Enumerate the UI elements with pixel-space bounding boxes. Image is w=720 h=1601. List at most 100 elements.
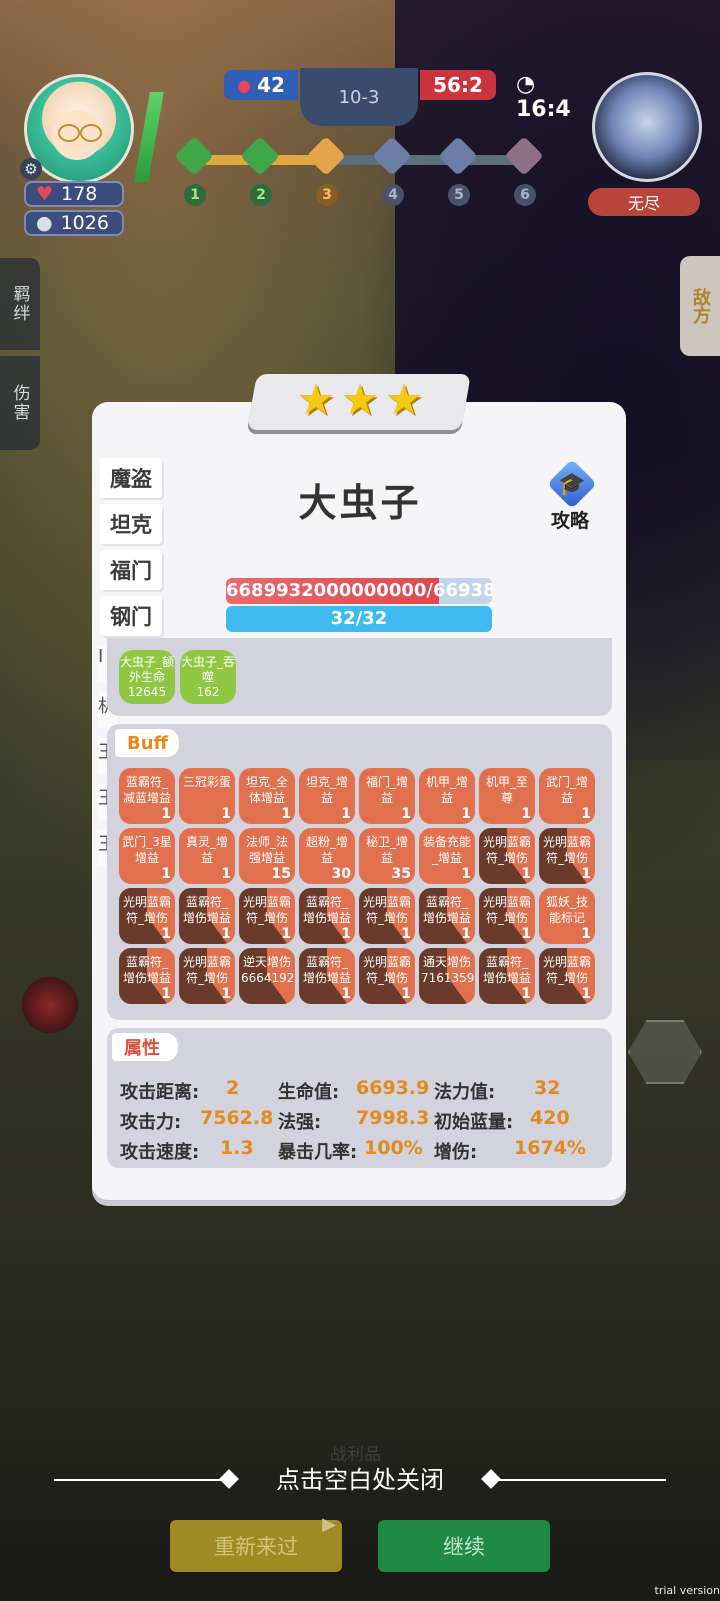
buff-badge[interactable]: 蓝霸符_增伤增益 1 xyxy=(299,948,355,1004)
buff-count: 1 xyxy=(461,806,471,822)
buff-label: 光明蓝霸符_增伤 xyxy=(362,895,411,925)
coins-counter: ● 1026 xyxy=(24,210,124,236)
category-tab[interactable]: 魔盗 xyxy=(100,458,162,498)
buff-badge[interactable]: 光明蓝霸符_增伤 1 xyxy=(539,948,595,1004)
buff-label: 法师_法强增益 xyxy=(245,835,288,865)
buff-badge[interactable]: 蓝霸符_减蓝增益 1 xyxy=(119,768,175,824)
buff-count: 1 xyxy=(581,926,591,942)
buff-badge[interactable]: 福门_增益 1 xyxy=(359,768,415,824)
buff-badge[interactable]: 光明蓝霸符_增伤 1 xyxy=(179,948,235,1004)
buff-badge[interactable]: 坦克_增益 1 xyxy=(299,768,355,824)
retry-button[interactable]: 重新来过 ▶ xyxy=(170,1514,342,1572)
continue-button[interactable]: 继续 xyxy=(378,1520,550,1572)
buff-badge[interactable]: 蓝霸符_增伤增益 1 xyxy=(179,888,235,944)
buff-count: 1 xyxy=(341,986,351,1002)
guide-label: 攻略 xyxy=(550,510,589,532)
attr-label: 法力值: xyxy=(434,1082,496,1103)
buff-badge[interactable]: 坦克_全体增益 1 xyxy=(239,768,295,824)
buff-badge[interactable]: 法师_法强增益 15 xyxy=(239,828,295,884)
buff-title: Buff xyxy=(115,729,179,757)
damage-tab[interactable]: 伤害 xyxy=(0,356,40,450)
buff-count: 1 xyxy=(581,806,591,822)
loot-tab[interactable]: 战利品 xyxy=(330,1440,400,1465)
buff-label: 蓝霸符_增伤增益 xyxy=(182,895,231,925)
retry-label: 重新来过 xyxy=(214,1535,298,1559)
buff-badge[interactable]: 光明蓝霸符_增伤 1 xyxy=(119,888,175,944)
continue-label: 继续 xyxy=(443,1535,485,1559)
buff-count: 1 xyxy=(281,806,291,822)
buff-badge[interactable]: 装备充能_增益 1 xyxy=(419,828,475,884)
buff-label: 机甲_增益 xyxy=(425,775,468,805)
bonds-tab[interactable]: 羁绊 xyxy=(0,258,40,350)
buff-label: 坦克_增益 xyxy=(305,775,348,805)
buff-count: 1 xyxy=(341,926,351,942)
hero-name: 大虫子 xyxy=(298,481,422,525)
buff-badge[interactable]: 光明蓝霸符_增伤 1 xyxy=(479,888,535,944)
buff-label: 蓝霸符_增伤增益 xyxy=(302,895,351,925)
guide-button[interactable]: 🎓 攻略 xyxy=(536,459,604,532)
attr-value: 6693.9 xyxy=(356,1077,430,1099)
attr-value: 2 xyxy=(226,1077,240,1099)
category-tab[interactable]: 钢门 xyxy=(100,596,162,636)
buff-badge[interactable]: 三冠彩蛋 1 xyxy=(179,768,235,824)
star-icon: ★ xyxy=(297,375,335,424)
buff-badge[interactable]: 武门_3星增益 1 xyxy=(119,828,175,884)
skill-badge[interactable]: 大虫子_额外生命 12645 xyxy=(119,650,175,704)
stage-number: 3 xyxy=(316,184,338,206)
buff-badge[interactable]: 秘卫_增益 35 xyxy=(359,828,415,884)
buff-label: 秘卫_增益 xyxy=(365,835,408,865)
buff-label: 蓝霸符_增伤增益 xyxy=(122,955,171,985)
buff-badge[interactable]: 光明蓝霸符_增伤 1 xyxy=(539,828,595,884)
attr-label: 初始蓝量: xyxy=(434,1112,514,1133)
attr-label: 法强: xyxy=(278,1112,322,1133)
category-tab[interactable]: 福门 xyxy=(100,550,162,590)
skill-value: 162 xyxy=(196,685,220,699)
glasses-icon xyxy=(80,124,102,142)
glasses-icon xyxy=(58,124,80,142)
buff-badge[interactable]: 蓝霸符_增伤增益 1 xyxy=(479,948,535,1004)
buff-badge[interactable]: 逆天增伤 6664192 xyxy=(239,948,295,1004)
buff-badge[interactable]: 超粉_增益 30 xyxy=(299,828,355,884)
buff-label: 福门_增益 xyxy=(365,775,408,805)
buff-badge[interactable]: 蓝霸符_增伤增益 1 xyxy=(419,888,475,944)
enemy-tab[interactable]: 敌方 xyxy=(680,256,720,356)
buff-badge[interactable]: 通天增伤 716135936 xyxy=(419,948,475,1004)
attr-value: 7562.8 xyxy=(200,1107,274,1129)
buff-count: 1 xyxy=(521,866,531,882)
left-score-badge: ● 42 xyxy=(224,70,298,100)
buff-label: 光明蓝霸符_增伤 xyxy=(482,895,531,925)
boss-portrait[interactable] xyxy=(592,72,702,182)
category-tab[interactable]: 坦克 xyxy=(100,504,162,544)
hp-text: 6689932000000000/66938 xyxy=(226,580,492,601)
buff-label: 武门_增益 xyxy=(545,775,588,805)
skill-badge[interactable]: 大虫子_吞噬 162 xyxy=(180,650,236,704)
buff-label: 装备充能_增益 xyxy=(422,835,471,865)
category-tabs: 魔盗 坦克 福门 钢门 xyxy=(94,440,162,636)
buff-badge[interactable]: 光明蓝霸符_增伤 1 xyxy=(359,888,415,944)
buff-badge[interactable]: 机甲_至尊 1 xyxy=(479,768,535,824)
gear-icon[interactable]: ⚙ xyxy=(20,158,42,180)
buff-label: 光明蓝霸符_增伤 xyxy=(242,895,291,925)
video-icon: ▶ xyxy=(322,1514,336,1535)
buff-badge[interactable]: 狐妖_技能标记 1 xyxy=(539,888,595,944)
buff-label: 三冠彩蛋 xyxy=(182,775,231,789)
buff-badge[interactable]: 光明蓝霸符_增伤 1 xyxy=(359,948,415,1004)
close-hint[interactable]: 点击空白处关闭 xyxy=(200,1460,520,1500)
buff-badge[interactable]: 光明蓝霸符_增伤 1 xyxy=(479,828,535,884)
buff-badge[interactable]: 光明蓝霸符_增伤 1 xyxy=(239,888,295,944)
stage-number: 5 xyxy=(448,184,470,206)
buff-badge[interactable]: 蓝霸符_增伤增益 1 xyxy=(119,948,175,1004)
attr-label: 生命值: xyxy=(278,1082,340,1103)
skill-name: 大虫子_吞噬 xyxy=(180,655,235,684)
mp-bar: 32/32 xyxy=(226,606,492,632)
attr-label: 增伤: xyxy=(434,1142,478,1163)
buff-badge[interactable]: 真灵_增益 1 xyxy=(179,828,235,884)
buff-count: 1 xyxy=(161,986,171,1002)
buff-count: 1 xyxy=(221,986,231,1002)
buff-badge[interactable]: 机甲_增益 1 xyxy=(419,768,475,824)
buff-count: 1 xyxy=(581,986,591,1002)
stage-number: 6 xyxy=(514,184,536,206)
buff-count: 1 xyxy=(401,806,411,822)
buff-badge[interactable]: 蓝霸符_增伤增益 1 xyxy=(299,888,355,944)
buff-badge[interactable]: 武门_增益 1 xyxy=(539,768,595,824)
